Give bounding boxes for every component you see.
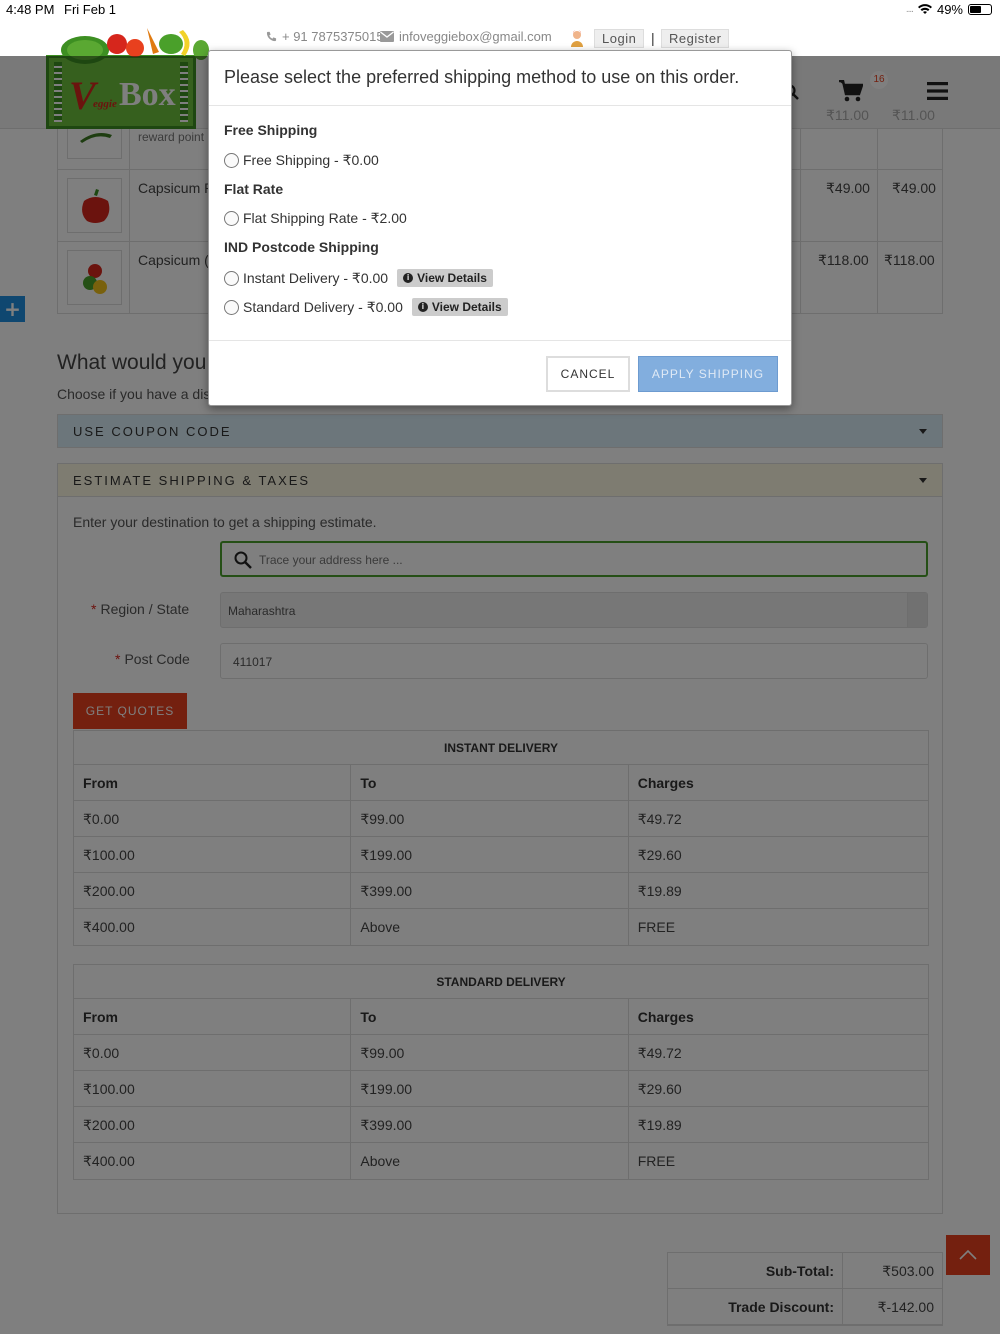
radio-button[interactable] xyxy=(224,270,239,286)
status-right: .... 49% xyxy=(906,2,992,17)
option-label: Standard Delivery - ₹0.00 xyxy=(243,298,403,315)
phone-number: + 91 7875375015 xyxy=(282,29,384,44)
view-details-label: View Details xyxy=(431,300,502,314)
phone-contact[interactable]: + 91 7875375015 xyxy=(266,29,384,44)
battery-icon xyxy=(968,4,992,15)
modal-footer: CANCEL APPLY SHIPPING xyxy=(209,340,791,406)
option-label: Flat Shipping Rate - ₹2.00 xyxy=(243,210,407,226)
radio-button[interactable] xyxy=(224,211,239,226)
signal-icon: .... xyxy=(905,4,914,15)
phone-icon xyxy=(266,31,277,42)
shipping-group-title: IND Postcode Shipping xyxy=(224,239,379,255)
option-label: Instant Delivery - ₹0.00 xyxy=(243,269,389,286)
user-avatar-icon xyxy=(570,30,584,47)
status-date: Fri Feb 1 xyxy=(64,2,117,17)
mail-icon xyxy=(380,31,394,42)
battery-percent: 49% xyxy=(936,2,963,17)
modal-title: Please select the preferred shipping met… xyxy=(209,51,791,106)
info-icon: i xyxy=(403,273,414,283)
cancel-button[interactable]: CANCEL xyxy=(546,356,630,392)
auth-separator: | xyxy=(651,30,655,46)
shipping-group-title: Free Shipping xyxy=(224,122,318,138)
option-label: Free Shipping - ₹0.00 xyxy=(243,152,379,168)
register-button[interactable]: Register xyxy=(661,29,730,48)
modal-body: Free Shipping Free Shipping - ₹0.00 Flat… xyxy=(224,106,776,340)
shipping-option-instant[interactable]: Instant Delivery - ₹0.00 i View Details xyxy=(224,269,493,287)
info-icon: i xyxy=(417,302,428,312)
shipping-option-standard[interactable]: Standard Delivery - ₹0.00 i View Details xyxy=(224,298,508,316)
email-contact[interactable]: infoveggiebox@gmail.com xyxy=(380,29,552,44)
view-details-label: View Details xyxy=(417,271,487,285)
radio-button[interactable] xyxy=(224,153,239,168)
shipping-option-free[interactable]: Free Shipping - ₹0.00 xyxy=(224,152,379,169)
apply-shipping-button[interactable]: APPLY SHIPPING xyxy=(638,356,778,392)
shipping-group-title: Flat Rate xyxy=(224,181,284,197)
radio-button[interactable] xyxy=(224,299,239,315)
login-button[interactable]: Login xyxy=(594,29,645,48)
view-details-button[interactable]: i View Details xyxy=(397,269,493,287)
shipping-method-modal: Please select the preferred shipping met… xyxy=(208,50,792,406)
wifi-icon xyxy=(917,4,932,15)
status-time: 4:48 PM xyxy=(6,2,55,17)
status-bar: 4:48 PM Fri Feb 1 .... 49% xyxy=(0,0,1000,20)
shipping-option-flat[interactable]: Flat Shipping Rate - ₹2.00 xyxy=(224,210,407,227)
view-details-button[interactable]: i View Details xyxy=(411,298,508,316)
email-address: infoveggiebox@gmail.com xyxy=(399,29,552,44)
